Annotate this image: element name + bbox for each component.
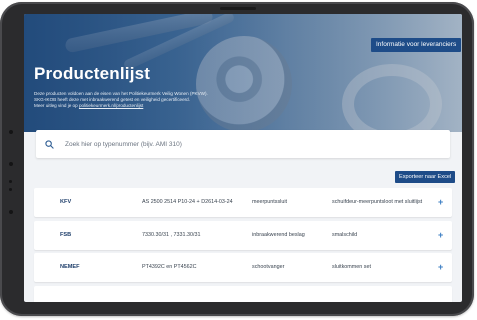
side-sensor (9, 188, 12, 191)
table-row[interactable]: FSB 7330.30/31 , 7331.30/31 inbraakweren… (34, 221, 452, 250)
hero-description-line: Meer uitleg vind je op politiekeurmerk.n… (34, 103, 264, 109)
hero-banner: Informatie voor leveranciers Productenli… (24, 14, 462, 132)
product-list-link[interactable]: politiekeurmerk.nl/productenlijst (79, 103, 143, 108)
plus-icon[interactable]: + (438, 221, 443, 250)
row-category: schootvanger (252, 264, 285, 270)
row-brand: NEMEF (60, 264, 80, 270)
row-brand: KFV (60, 199, 72, 205)
row-type-number: AS 2500 2514 P10-24 + D2614-03-24 (142, 199, 233, 205)
row-product: smalschild (332, 232, 358, 238)
search-icon (45, 139, 59, 149)
side-sensor (9, 210, 13, 214)
row-type-number: 7330.30/31 , 7331.30/31 (142, 232, 201, 238)
side-sensor (9, 130, 13, 134)
plus-icon[interactable]: + (438, 253, 443, 282)
search-box (36, 130, 450, 158)
row-brand: FSB (60, 232, 72, 238)
table-row-partial (34, 286, 452, 302)
camera-bar (220, 7, 256, 10)
export-excel-button[interactable]: Exporteer naar Excel (395, 171, 456, 183)
row-category: inbraakwerend beslag (252, 232, 305, 238)
row-category: meerpuntssluit (252, 199, 288, 205)
hero-description-prefix: Meer uitleg vind je op (34, 103, 79, 108)
tablet-frame: Informatie voor leveranciers Productenli… (0, 2, 474, 316)
screen: Informatie voor leveranciers Productenli… (24, 14, 462, 302)
row-product: sluitkommen set (332, 264, 371, 270)
supplier-info-button[interactable]: Informatie voor leveranciers (371, 38, 462, 52)
table-row[interactable]: KFV AS 2500 2514 P10-24 + D2614-03-24 me… (34, 188, 452, 217)
side-sensor (9, 180, 12, 183)
row-product: schuifdeur-meerpuntsloot met sluitlijst (332, 199, 423, 205)
page-title: Productenlijst (34, 64, 151, 83)
hero-description: Deze producten voldoen aan de eisen van … (34, 91, 264, 109)
table-row[interactable]: NEMEF PT4392C en PT4562C schootvanger sl… (34, 253, 452, 282)
search-input[interactable] (63, 139, 427, 149)
plus-icon[interactable]: + (438, 188, 443, 217)
side-sensor (9, 162, 13, 166)
row-type-number: PT4392C en PT4562C (142, 264, 197, 270)
